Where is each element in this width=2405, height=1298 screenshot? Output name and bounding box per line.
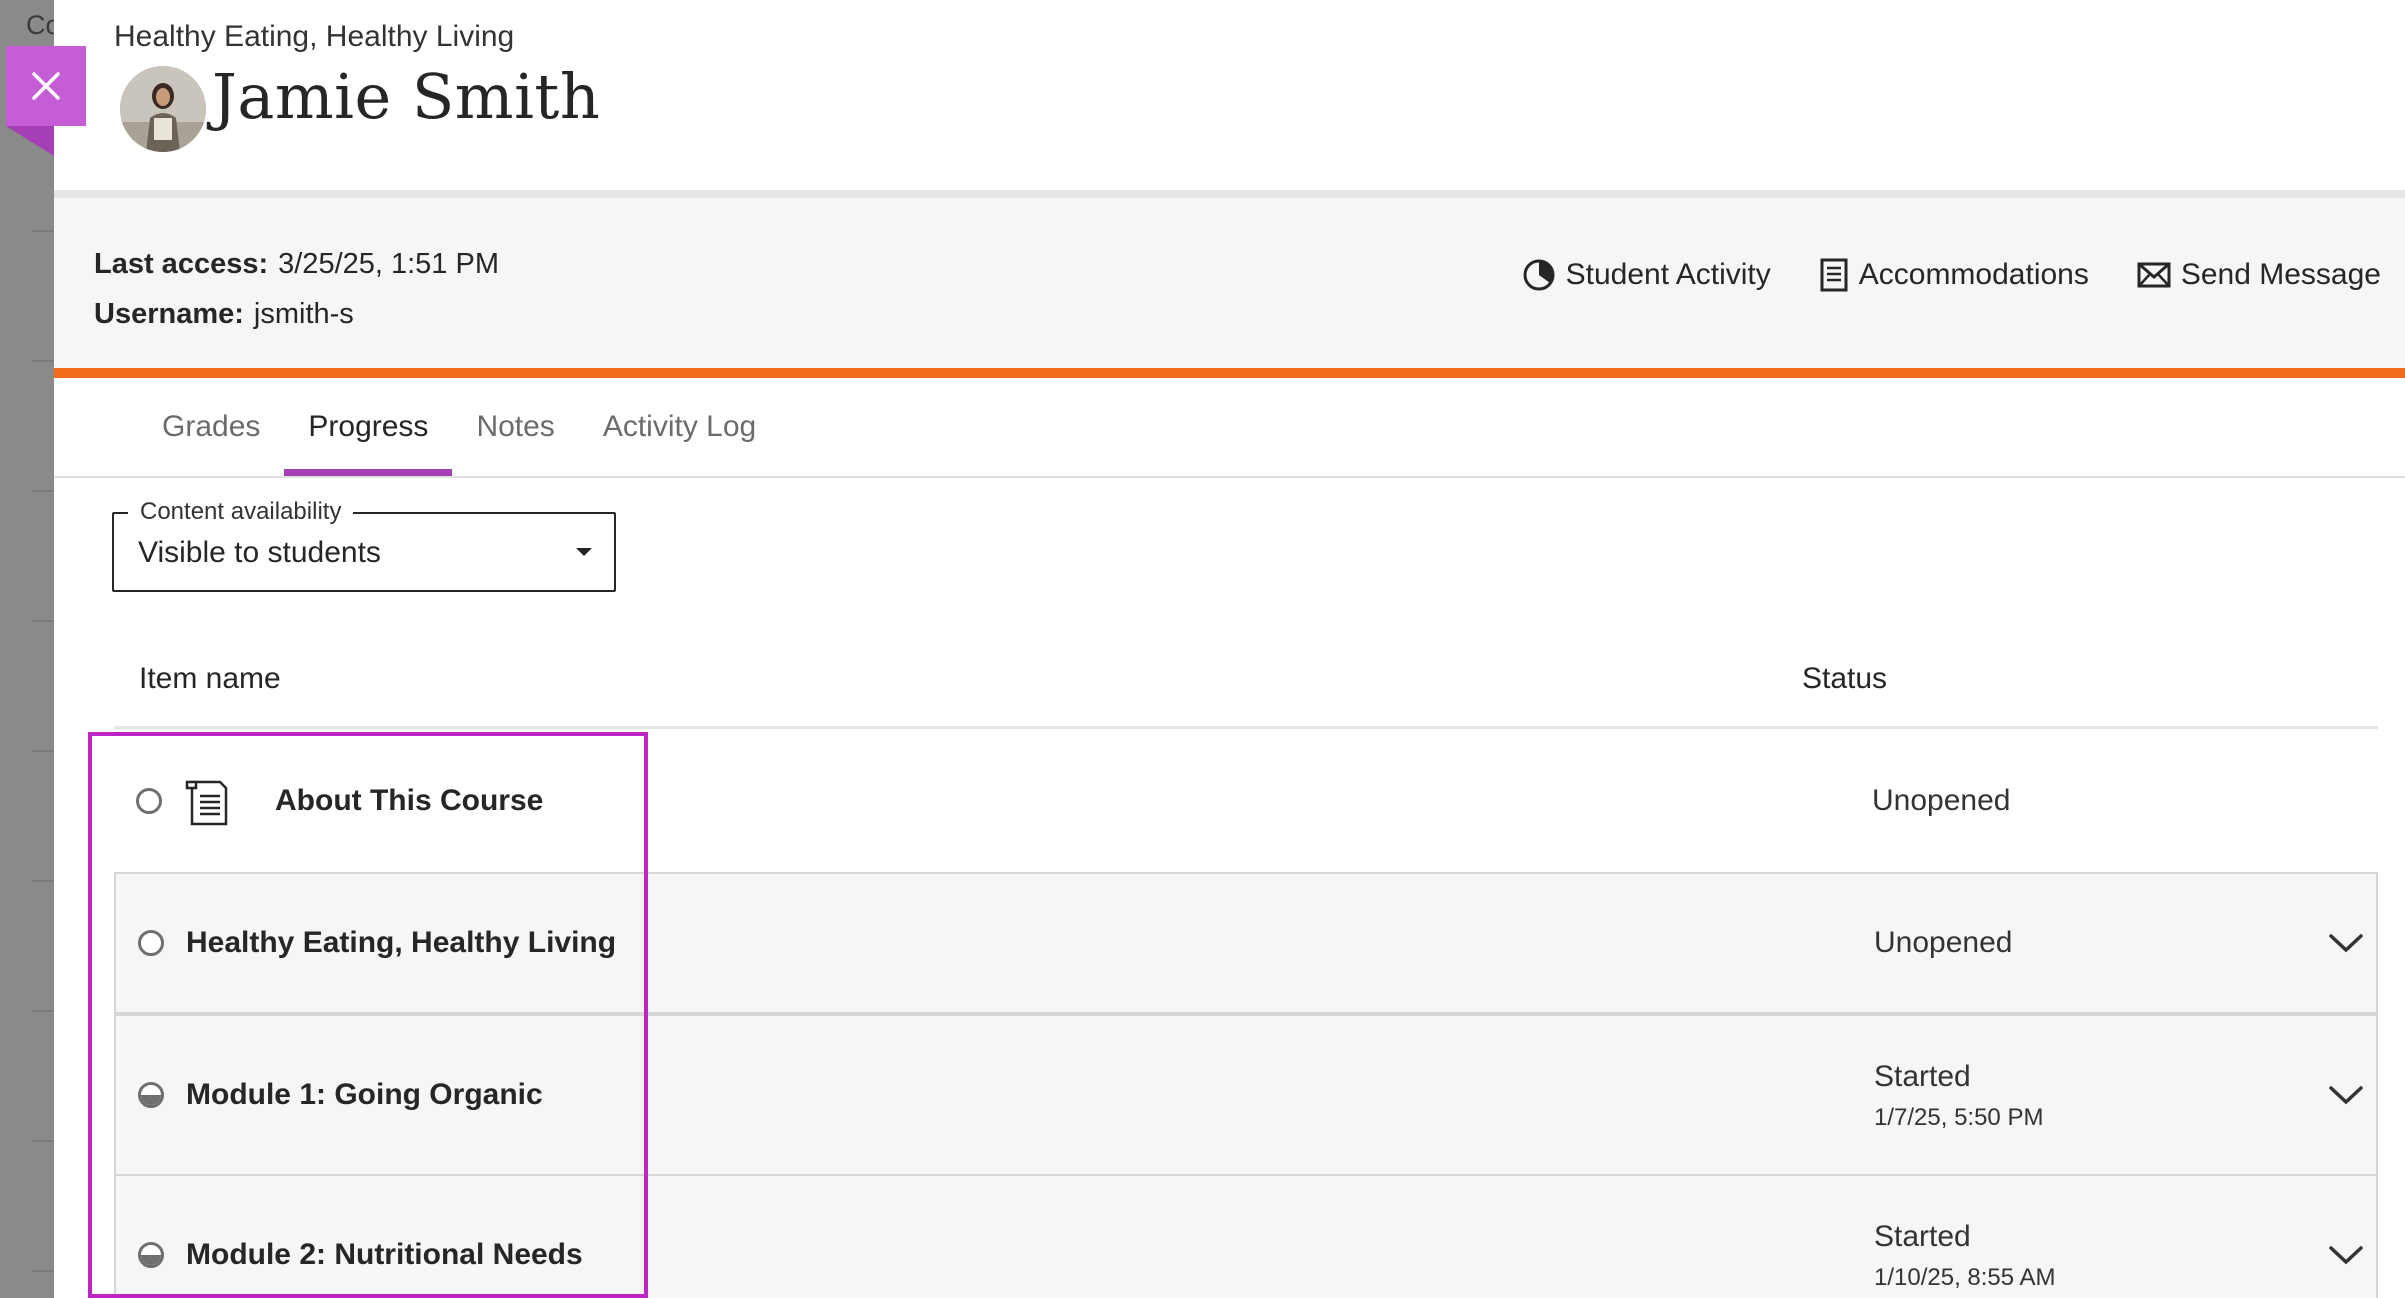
column-header-item-name: Item name <box>139 662 281 695</box>
tab-label: Progress <box>308 410 429 443</box>
accommodations-button[interactable]: Accommodations <box>1819 258 2089 292</box>
column-header-status: Status <box>1802 662 1888 695</box>
username-label: Username: <box>94 298 244 330</box>
last-access-value: 3/25/25, 1:51 PM <box>278 248 499 280</box>
header-divider <box>114 726 2378 729</box>
username-row: Username: jsmith-s <box>94 298 354 331</box>
expand-row-button[interactable] <box>2328 1084 2364 1106</box>
envelope-icon <box>2137 262 2171 288</box>
student-activity-button[interactable]: Student Activity <box>1522 258 1771 292</box>
username-value: jsmith-s <box>253 298 354 330</box>
divider <box>32 360 54 362</box>
tab-label: Notes <box>476 410 555 443</box>
divider <box>32 620 54 622</box>
tab-progress[interactable]: Progress <box>284 378 453 476</box>
started-status-icon <box>138 1242 164 1268</box>
chevron-down-icon <box>2329 934 2363 953</box>
close-button-tab <box>6 126 54 156</box>
table-row[interactable]: About This Course Unopened <box>114 730 2378 872</box>
document-list-icon <box>1820 258 1848 292</box>
table-row[interactable]: Healthy Eating, Healthy Living Unopened <box>114 872 2378 1014</box>
tab-label: Activity Log <box>602 410 757 443</box>
caret-down-icon <box>576 548 592 556</box>
close-panel-button[interactable] <box>6 46 86 126</box>
activity-clock-icon <box>1523 259 1555 291</box>
expand-row-button[interactable] <box>2328 1244 2364 1266</box>
accommodations-label: Accommodations <box>1858 258 2089 291</box>
tab-bar: Grades Progress Notes Activity Log <box>138 378 780 476</box>
divider <box>32 750 54 752</box>
send-message-button[interactable]: Send Message <box>2137 258 2381 292</box>
table-row[interactable]: Module 2: Nutritional Needs Started 1/10… <box>114 1174 2378 1298</box>
document-icon <box>185 780 228 826</box>
status-date: 1/7/25, 5:50 PM <box>1874 1104 2044 1131</box>
status-text: Started <box>1874 1220 1971 1253</box>
last-access-row: Last access: 3/25/25, 1:51 PM <box>94 248 499 281</box>
content-availability-select[interactable]: Content availability Visible to students <box>112 498 616 592</box>
item-name[interactable]: Module 2: Nutritional Needs <box>186 1238 583 1272</box>
divider <box>32 230 54 232</box>
student-actions: Student Activity Accommodations Send Mes… <box>1522 258 2381 292</box>
accent-divider <box>54 368 2405 378</box>
divider <box>32 490 54 492</box>
unopened-status-icon <box>138 930 164 956</box>
item-name[interactable]: Module 1: Going Organic <box>186 1078 543 1112</box>
status-text: Started <box>1874 1060 1971 1093</box>
divider <box>32 1140 54 1142</box>
student-activity-label: Student Activity <box>1565 258 1771 291</box>
send-message-label: Send Message <box>2180 258 2381 291</box>
status-text: Unopened <box>1874 926 2013 959</box>
status-date: 1/10/25, 8:55 AM <box>1874 1264 2056 1291</box>
chevron-down-icon <box>2329 1246 2363 1265</box>
tab-notes[interactable]: Notes <box>452 378 578 476</box>
tab-grades[interactable]: Grades <box>138 378 284 476</box>
divider <box>32 1010 54 1012</box>
student-name: Jamie Smith <box>212 60 601 133</box>
item-name[interactable]: Healthy Eating, Healthy Living <box>186 926 616 960</box>
divider <box>32 880 54 882</box>
header-divider <box>54 190 2405 198</box>
avatar <box>120 66 206 152</box>
student-progress-panel: Healthy Eating, Healthy Living Jamie Smi… <box>54 0 2405 1298</box>
student-photo <box>120 66 206 152</box>
unopened-status-icon <box>136 788 162 814</box>
close-icon <box>32 72 60 100</box>
background-page-text: Co <box>26 10 54 40</box>
item-name[interactable]: About This Course <box>275 784 543 818</box>
tabs-divider <box>54 476 2405 478</box>
content-availability-label: Content availability <box>128 498 354 526</box>
content-availability-value: Visible to students <box>138 536 381 569</box>
divider <box>32 1270 54 1272</box>
background-page: Co <box>0 0 54 1298</box>
last-access-label: Last access: <box>94 248 269 280</box>
chevron-down-icon <box>2329 1086 2363 1105</box>
tab-activity-log[interactable]: Activity Log <box>579 378 780 476</box>
expand-row-button[interactable] <box>2328 932 2364 954</box>
table-row[interactable]: Module 1: Going Organic Started 1/7/25, … <box>114 1014 2378 1176</box>
course-title: Healthy Eating, Healthy Living <box>114 20 515 53</box>
status-text: Unopened <box>1872 784 2011 817</box>
started-status-icon <box>138 1082 164 1108</box>
tab-label: Grades <box>162 410 261 443</box>
